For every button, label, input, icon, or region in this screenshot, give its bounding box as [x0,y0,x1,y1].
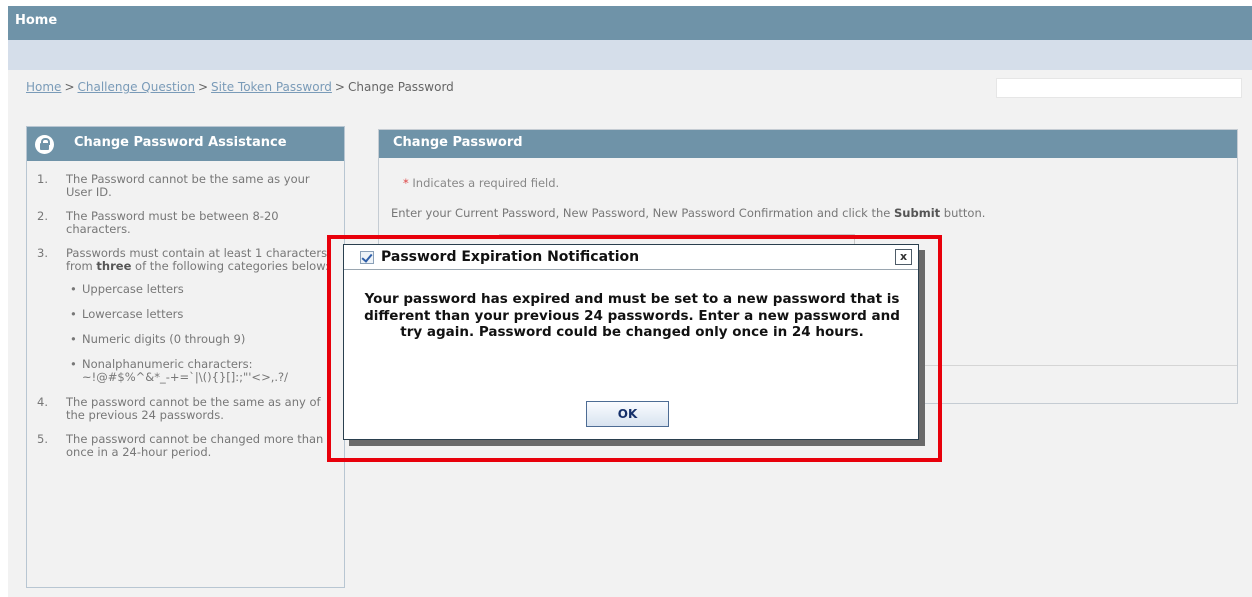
breadcrumb-separator: > [334,80,345,94]
lock-icon [35,135,54,154]
instruction-text-end: button. [940,206,986,220]
dialog-title-bar: Password Expiration Notification x [344,245,918,270]
password-rules-list: 1. The Password cannot be the same as you… [27,161,344,459]
top-header-bar: Home [8,6,1252,40]
rule-item: 3. Passwords must contain at least 1 char… [37,247,334,384]
rule-text: The password cannot be the same as any o… [66,395,321,422]
rule-number: 4. [37,395,48,409]
checkmark-icon [360,251,374,264]
required-star: * [403,176,409,190]
password-expiration-dialog: Password Expiration Notification x Your … [343,244,919,440]
category-item: Uppercase letters [66,283,334,297]
dialog-title: Password Expiration Notification [381,249,640,265]
character-categories-list: Uppercase letters Lowercase letters Nume… [66,283,334,384]
rule-text-bold: three [96,259,132,273]
breadcrumb: Home > Challenge Question > Site Token Passw… [26,80,454,94]
header-title[interactable]: Home [15,13,57,28]
required-note-text: Indicates a required field. [412,176,560,190]
rule-text: The Password cannot be the same as your … [66,172,310,199]
change-password-title: Change Password [379,130,1237,158]
rule-number: 5. [37,432,48,446]
breadcrumb-separator: > [197,80,209,94]
rule-text: of the following categories below: [131,259,329,273]
rule-item: 5. The password cannot be changed more th… [37,433,334,459]
assistance-panel: Change Password Assistance 1. The Passwor… [26,126,345,588]
breadcrumb-link-site-token-password[interactable]: Site Token Password [211,80,332,94]
breadcrumb-separator: > [64,80,75,94]
search-input[interactable] [996,78,1242,98]
rule-number: 2. [37,209,48,223]
sub-header-bar [8,40,1252,70]
instruction-text: Enter your Current Password, New Passwor… [391,206,985,220]
assistance-panel-header: Change Password Assistance [27,127,344,161]
category-item: Lowercase letters [66,308,334,322]
ok-button[interactable]: OK [586,401,669,427]
instruction-submit-word: Submit [894,206,941,220]
rule-item: 1. The Password cannot be the same as you… [37,173,334,199]
dialog-message: Your password has expired and must be se… [364,291,900,340]
breadcrumb-link-challenge-question[interactable]: Challenge Question [78,80,195,94]
breadcrumb-current: Change Password [347,80,454,94]
category-item: Numeric digits (0 through 9) [66,333,334,347]
rule-number: 1. [37,172,48,186]
rule-text: The password cannot be changed more than… [66,432,324,459]
required-field-note: * Indicates a required field. [403,176,559,190]
rule-number: 3. [37,246,48,260]
rule-text: The Password must be between 8-20 charac… [66,209,279,236]
breadcrumb-link-home[interactable]: Home [26,80,61,94]
rule-item: 2. The Password must be between 8-20 char… [37,210,334,236]
close-button[interactable]: x [895,249,912,265]
rule-item: 4. The password cannot be the same as any… [37,396,334,422]
category-item: Nonalphanumeric characters: ~!@#$%^&*_-+… [66,358,334,384]
instruction-text-start: Enter your Current Password, New Passwor… [391,206,895,220]
assistance-title: Change Password Assistance [74,135,287,150]
